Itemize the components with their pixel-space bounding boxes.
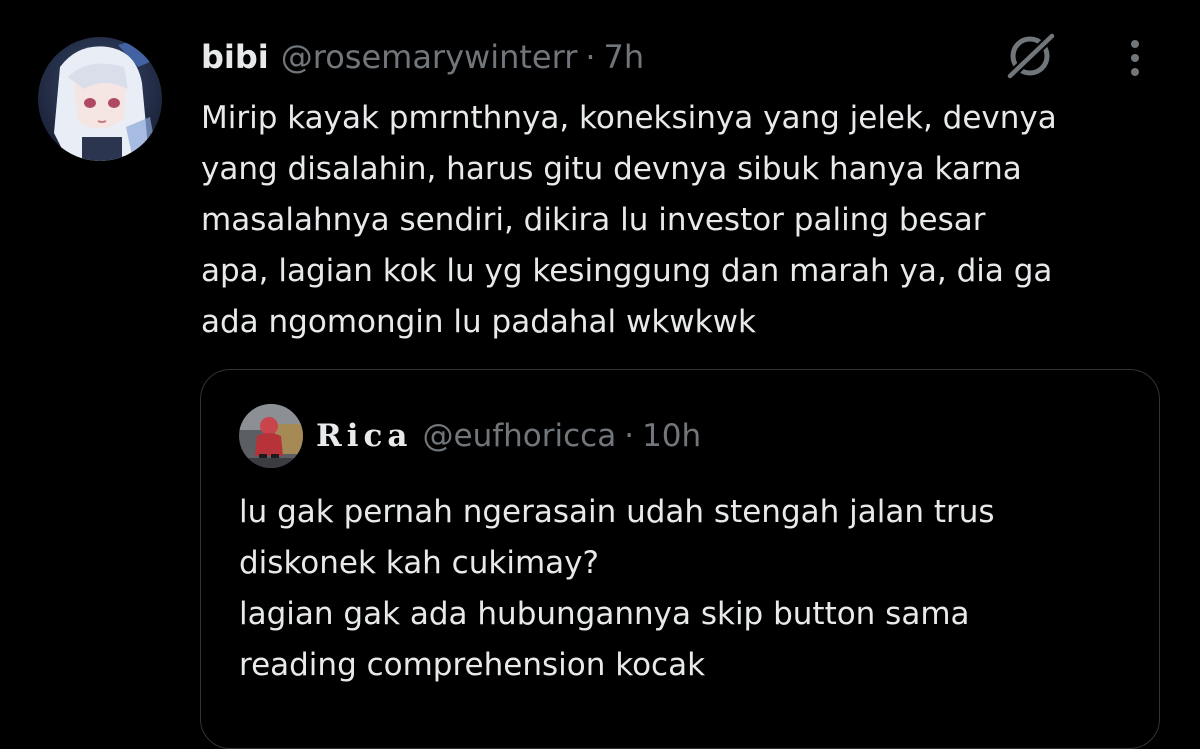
author-handle[interactable]: @rosemarywinterr	[281, 38, 578, 76]
quoted-author-handle[interactable]: @eufhoricca	[423, 418, 617, 454]
avatar-image	[38, 37, 162, 161]
quoted-tweet[interactable]: Rica @eufhoricca · 10h lu gak pernah nge…	[200, 369, 1160, 749]
author-name[interactable]: bibi	[201, 38, 269, 76]
author-avatar[interactable]	[38, 37, 162, 161]
tweet[interactable]: bibi @rosemarywinterr · 7h Mirip kayak p…	[0, 0, 1200, 749]
separator-dot: ·	[585, 38, 596, 76]
quoted-avatar-image	[239, 404, 303, 468]
grok-icon[interactable]	[1000, 28, 1060, 84]
quoted-separator-dot: ·	[624, 418, 635, 454]
quoted-timestamp[interactable]: 10h	[642, 418, 701, 454]
tweet-header: bibi @rosemarywinterr · 7h	[201, 34, 644, 80]
more-vertical-icon[interactable]	[1118, 36, 1152, 82]
tweet-timestamp[interactable]: 7h	[604, 38, 645, 76]
quoted-author-avatar[interactable]	[239, 404, 303, 468]
tweet-text: Mirip kayak pmrnthnya, koneksinya yang j…	[201, 100, 1057, 340]
quoted-author-name[interactable]: Rica	[316, 418, 413, 454]
quoted-text: lu gak pernah ngerasain udah stengah jal…	[239, 494, 995, 683]
quoted-header: Rica @eufhoricca · 10h	[316, 414, 701, 458]
